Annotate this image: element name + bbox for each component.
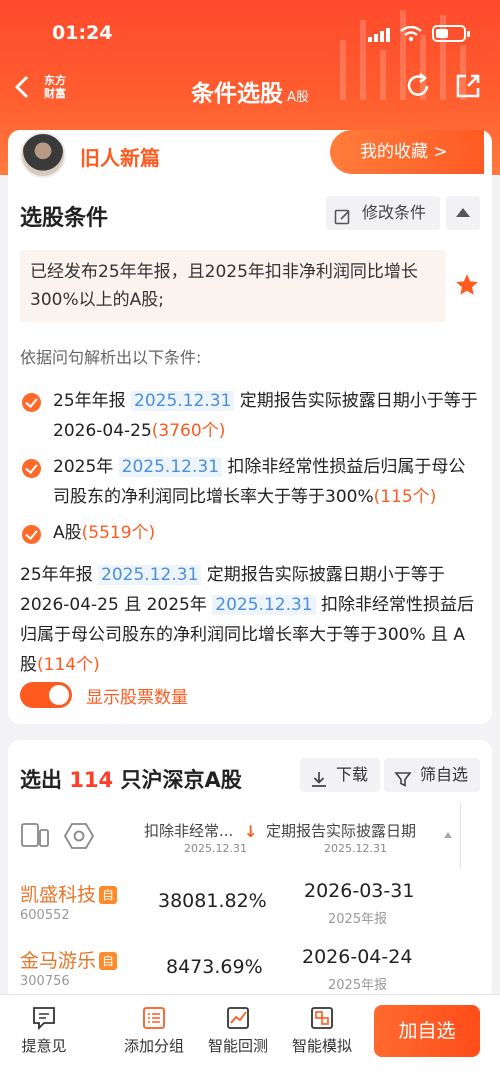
- results-count: 114: [69, 768, 114, 792]
- simulation-icon: [311, 1007, 333, 1029]
- filter-icon: [394, 766, 412, 800]
- show-count-label: 显示股票数量: [86, 688, 188, 708]
- filter-watchlist-label: 筛自选: [420, 765, 469, 784]
- results-title: 选出 114 只沪深京A股: [20, 768, 242, 792]
- add-to-watchlist-button[interactable]: 加自选: [374, 1005, 480, 1057]
- watchlist-badge: 自: [99, 886, 118, 904]
- stock-code: 600552: [20, 908, 70, 923]
- query-text: 已经发布25年年报，且2025年扣非净利润同比增长300%以上的A股;: [20, 250, 446, 322]
- column-sub-date: 2025.12.31: [184, 842, 247, 855]
- check-icon[interactable]: [22, 393, 41, 412]
- check-icon[interactable]: [22, 459, 41, 478]
- conditions-title: 选股条件: [20, 206, 109, 231]
- chart-line-icon: [227, 1007, 249, 1029]
- column-header-disclosure-date[interactable]: 定期报告实际披露日期: [266, 820, 416, 841]
- stock-name[interactable]: 凯盛科技自: [20, 880, 118, 907]
- parse-hint: 依据问句解析出以下条件:: [20, 348, 202, 367]
- refresh-icon[interactable]: [404, 72, 432, 104]
- feedback-icon: [33, 1007, 55, 1031]
- layout-toggle-icon[interactable]: [20, 822, 50, 852]
- download-button[interactable]: 下载: [300, 758, 380, 792]
- conditions-card: 旧人新篇 我的收藏 > 选股条件 修改条件 已经发布25年年报，且2025年扣非…: [8, 130, 492, 724]
- combined-count: (114个): [37, 655, 100, 675]
- combined-condition: 25年年报 2025.12.31 定期报告实际披露日期小于等于2026-04-2…: [20, 565, 475, 675]
- avatar[interactable]: [20, 132, 66, 178]
- date-tag[interactable]: 2025.12.31: [212, 595, 316, 615]
- status-bar: 01:24: [0, 18, 500, 48]
- battery-icon: [432, 25, 470, 42]
- user-name[interactable]: 旧人新篇: [80, 142, 160, 171]
- condition-count: (115个): [373, 487, 437, 507]
- status-time: 01:24: [52, 22, 113, 44]
- date-tag[interactable]: 2025.12.31: [131, 391, 235, 411]
- show-count-toggle[interactable]: [20, 682, 72, 708]
- condition-item: 2025年 2025.12.31 扣除非经常性损益后归属于母公司股东的净利润同比…: [20, 452, 482, 512]
- report-type: 2025年报: [328, 978, 388, 993]
- sort-desc-icon[interactable]: ↓: [244, 822, 257, 841]
- download-label: 下载: [336, 765, 369, 784]
- tab-smart-simulation[interactable]: 智能模拟: [282, 1005, 362, 1056]
- tab-feedback[interactable]: 提意见: [4, 1005, 84, 1056]
- net-profit-growth-value: 38081.82%: [158, 890, 267, 912]
- my-favorites-button[interactable]: 我的收藏 >: [330, 130, 484, 174]
- settings-hex-icon[interactable]: [63, 822, 95, 854]
- check-icon[interactable]: [22, 525, 41, 544]
- list-icon: [143, 1007, 165, 1029]
- date-tag[interactable]: 2025.12.31: [118, 457, 223, 477]
- tab-add-group[interactable]: 添加分组: [114, 1005, 194, 1056]
- condition-count: (3760个): [151, 421, 226, 441]
- page-title-suffix: A股: [287, 90, 309, 105]
- download-icon: [310, 766, 328, 800]
- edit-conditions-button[interactable]: 修改条件: [326, 196, 440, 230]
- disclosure-date-value: 2026-03-31: [304, 880, 415, 902]
- cellular-signal-icon: [368, 28, 390, 42]
- condition-item: 25年年报 2025.12.31 定期报告实际披露日期小于等于2026-04-2…: [20, 386, 482, 446]
- star-icon[interactable]: [454, 272, 480, 302]
- condition-item: A股(5519个): [20, 518, 482, 548]
- column-divider: [460, 802, 461, 868]
- condition-count: (5519个): [81, 523, 156, 543]
- results-card: 选出 114 只沪深京A股 下载 筛自选 扣除非经常... 2025.12.31…: [8, 740, 492, 1000]
- share-icon[interactable]: [454, 72, 482, 104]
- stock-name[interactable]: 金马游乐自: [20, 946, 118, 973]
- date-tag[interactable]: 2025.12.31: [98, 565, 202, 585]
- wifi-icon: [400, 26, 422, 42]
- edit-icon: [334, 204, 352, 238]
- sort-indicator-icon[interactable]: [444, 832, 452, 838]
- net-profit-growth-value: 8473.69%: [166, 956, 263, 978]
- bottom-toolbar: 提意见 添加分组 智能回测 智能模拟 加自选: [0, 994, 500, 1083]
- column-header-net-profit[interactable]: 扣除非经常...: [144, 820, 233, 841]
- filter-watchlist-button[interactable]: 筛自选: [384, 758, 480, 792]
- report-type: 2025年报: [328, 912, 388, 927]
- column-sub-date: 2025.12.31: [324, 842, 387, 855]
- tab-smart-backtest[interactable]: 智能回测: [198, 1005, 278, 1056]
- stock-code: 300756: [20, 974, 70, 989]
- collapse-button[interactable]: [446, 196, 480, 230]
- watchlist-badge: 自: [99, 952, 118, 970]
- disclosure-date-value: 2026-04-24: [302, 946, 413, 968]
- nav-bar: 东方财富 条件选股 A股: [0, 68, 500, 110]
- edit-conditions-label: 修改条件: [362, 203, 427, 222]
